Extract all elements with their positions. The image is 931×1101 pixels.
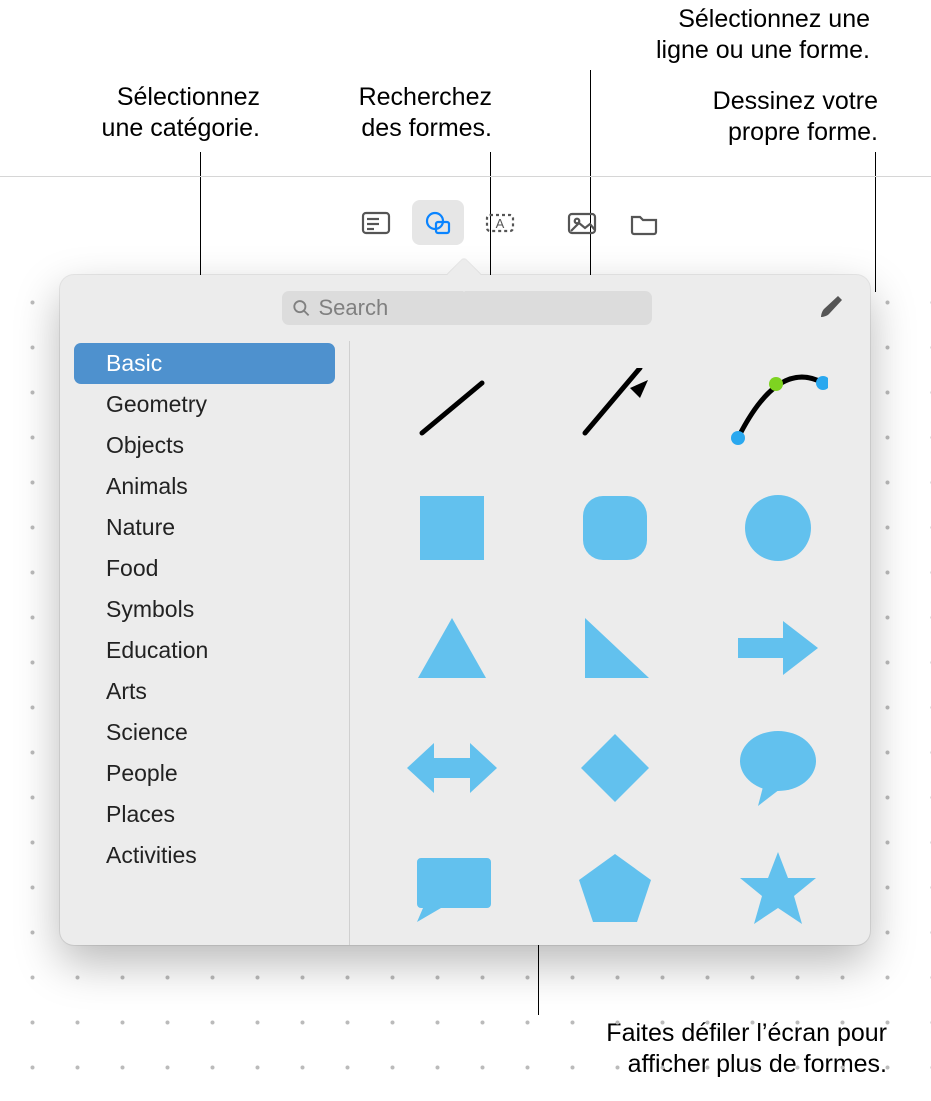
sidebar-item-symbols[interactable]: Symbols bbox=[74, 589, 335, 630]
folder-button[interactable] bbox=[618, 200, 670, 245]
sidebar-item-basic[interactable]: Basic bbox=[74, 343, 335, 384]
folder-icon bbox=[628, 208, 660, 238]
sidebar-item-nature[interactable]: Nature bbox=[74, 507, 335, 548]
slide-layout-button[interactable] bbox=[350, 200, 402, 245]
media-button[interactable] bbox=[556, 200, 608, 245]
shape-speech-bubble[interactable] bbox=[723, 723, 833, 813]
callout-select-shape: Sélectionnez une ligne ou une forme. bbox=[590, 4, 870, 67]
window-separator bbox=[0, 176, 931, 177]
search-icon bbox=[292, 298, 310, 318]
toolbar: A bbox=[350, 200, 670, 245]
shape-circle[interactable] bbox=[723, 483, 833, 573]
sidebar-item-animals[interactable]: Animals bbox=[74, 466, 335, 507]
sidebar-item-places[interactable]: Places bbox=[74, 794, 335, 835]
shape-arrow-line[interactable] bbox=[560, 363, 670, 453]
shape-right-triangle[interactable] bbox=[560, 603, 670, 693]
shape-star[interactable] bbox=[723, 843, 833, 933]
callout-draw: Dessinez votre propre forme. bbox=[648, 86, 878, 149]
slide-layout-icon bbox=[360, 208, 392, 238]
sidebar-item-science[interactable]: Science bbox=[74, 712, 335, 753]
sidebar-item-arts[interactable]: Arts bbox=[74, 671, 335, 712]
shape-arrow-both[interactable] bbox=[397, 723, 507, 813]
sidebar-item-geometry[interactable]: Geometry bbox=[74, 384, 335, 425]
shape-pentagon[interactable] bbox=[560, 843, 670, 933]
shape-arrow-right[interactable] bbox=[723, 603, 833, 693]
sidebar-item-food[interactable]: Food bbox=[74, 548, 335, 589]
shapes-grid-area bbox=[350, 341, 870, 945]
shape-line[interactable] bbox=[397, 363, 507, 453]
callout-category: Sélectionnez une catégorie. bbox=[60, 82, 260, 145]
pen-icon bbox=[816, 294, 844, 322]
search-field[interactable] bbox=[282, 291, 652, 325]
category-sidebar: Basic Geometry Objects Animals Nature Fo… bbox=[60, 341, 350, 945]
shapes-button[interactable] bbox=[412, 200, 464, 245]
sidebar-item-objects[interactable]: Objects bbox=[74, 425, 335, 466]
sidebar-item-people[interactable]: People bbox=[74, 753, 335, 794]
text-box-icon: A bbox=[484, 208, 516, 238]
shapes-grid bbox=[390, 363, 840, 933]
text-box-button[interactable]: A bbox=[474, 200, 526, 245]
svg-text:A: A bbox=[496, 216, 505, 231]
sidebar-item-activities[interactable]: Activities bbox=[74, 835, 335, 876]
draw-pen-button[interactable] bbox=[812, 290, 848, 326]
callout-search: Recherchez des formes. bbox=[312, 82, 492, 145]
shape-square[interactable] bbox=[397, 483, 507, 573]
panel-header bbox=[60, 275, 870, 341]
shape-rounded-square[interactable] bbox=[560, 483, 670, 573]
shapes-icon bbox=[422, 208, 454, 238]
search-input[interactable] bbox=[318, 295, 642, 321]
shape-triangle[interactable] bbox=[397, 603, 507, 693]
sidebar-item-education[interactable]: Education bbox=[74, 630, 335, 671]
shape-callout-box[interactable] bbox=[397, 843, 507, 933]
shape-curve-editable[interactable] bbox=[723, 363, 833, 453]
shape-diamond[interactable] bbox=[560, 723, 670, 813]
media-icon bbox=[566, 208, 598, 238]
shapes-popover: Basic Geometry Objects Animals Nature Fo… bbox=[60, 275, 870, 945]
